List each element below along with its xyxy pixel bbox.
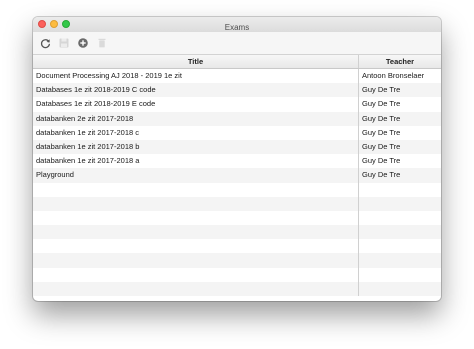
cell-teacher (359, 183, 441, 197)
cell-teacher (359, 253, 441, 267)
maximize-window-button[interactable] (62, 20, 70, 28)
delete-icon (97, 38, 107, 48)
cell-teacher (359, 211, 441, 225)
cell-title: Playground (33, 168, 359, 183)
add-button[interactable] (77, 37, 89, 49)
toolbar (33, 32, 441, 55)
close-window-button[interactable] (38, 20, 46, 28)
cell-title: databanken 1e zit 2017-2018 b (33, 139, 359, 155)
exams-window: Exams Title Teacher Document Processing … (33, 17, 441, 301)
table-row[interactable]: Document Processing AJ 2018 - 2019 1e zi… (33, 69, 441, 84)
cell-teacher: Guy De Tre (362, 156, 401, 166)
cell-title (33, 253, 359, 268)
cell-title: databanken 2e zit 2017-2018 (33, 111, 359, 126)
table-row[interactable] (33, 239, 441, 254)
cell-title (33, 182, 359, 197)
refresh-icon (40, 38, 51, 49)
table-row[interactable]: databanken 1e zit 2017-2018 b Guy De Tre (33, 139, 441, 155)
cell-teacher: Guy De Tre (362, 99, 401, 109)
table-row[interactable]: Playground Guy De Tre (33, 168, 441, 183)
table-row[interactable]: Databases 1e zit 2018-2019 C code Guy De… (33, 83, 441, 98)
save-button[interactable] (58, 37, 70, 49)
table-row[interactable] (33, 225, 441, 240)
cell-title: databanken 1e zit 2017-2018 a (33, 154, 359, 169)
cell-title: Document Processing AJ 2018 - 2019 1e zi… (33, 69, 359, 84)
window-title: Exams (224, 23, 250, 32)
cell-teacher (359, 197, 441, 211)
table-row[interactable]: Databases 1e zit 2018-2019 E code Guy De… (33, 97, 441, 112)
cell-title (33, 196, 359, 211)
table-row[interactable]: databanken 2e zit 2017-2018 Guy De Tre (33, 111, 441, 126)
delete-button[interactable] (96, 37, 108, 49)
cell-title (33, 239, 359, 254)
column-header-title[interactable]: Title (33, 55, 359, 68)
cell-teacher: Guy De Tre (362, 170, 401, 180)
cell-teacher: Guy De Tre (362, 85, 401, 95)
cell-title (33, 281, 359, 296)
column-header-teacher[interactable]: Teacher (359, 55, 441, 68)
table-row[interactable] (33, 267, 441, 282)
cell-teacher (359, 239, 441, 253)
cell-title: Databases 1e zit 2018-2019 E code (33, 97, 359, 112)
cell-title (33, 267, 359, 282)
table-row[interactable] (33, 281, 441, 296)
cell-teacher (359, 268, 441, 282)
refresh-button[interactable] (39, 37, 51, 49)
cell-title: databanken 1e zit 2017-2018 c (33, 125, 359, 140)
cell-title: Databases 1e zit 2018-2019 C code (33, 83, 359, 98)
add-icon (78, 38, 88, 48)
table-header: Title Teacher (33, 55, 441, 69)
table-row[interactable] (33, 182, 441, 197)
cell-title (33, 225, 359, 240)
table-row[interactable] (33, 253, 441, 268)
exams-table: Title Teacher Document Processing AJ 201… (33, 55, 441, 296)
cell-teacher: Guy De Tre (362, 141, 401, 151)
title-bar[interactable]: Exams (33, 17, 441, 32)
cell-teacher (359, 225, 441, 239)
table-row[interactable] (33, 196, 441, 211)
cell-teacher: Guy De Tre (362, 113, 401, 123)
table-row[interactable] (33, 210, 441, 226)
minimize-window-button[interactable] (50, 20, 58, 28)
cell-teacher: Antoon Bronselaer (362, 71, 425, 80)
table-row[interactable]: databanken 1e zit 2017-2018 a Guy De Tre (33, 154, 441, 169)
cell-teacher (359, 282, 441, 296)
table-row[interactable]: databanken 1e zit 2017-2018 c Guy De Tre (33, 125, 441, 140)
cell-teacher: Guy De Tre (362, 127, 401, 137)
table-body: Document Processing AJ 2018 - 2019 1e zi… (33, 69, 441, 296)
cell-title (33, 210, 359, 226)
save-icon (59, 38, 69, 48)
